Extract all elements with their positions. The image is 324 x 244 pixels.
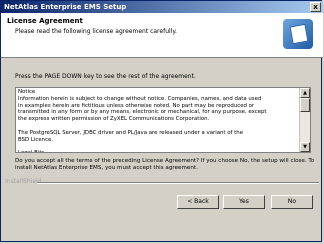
license-text: Notice Information herein is subject to … <box>18 89 267 152</box>
setup-icon <box>283 19 313 49</box>
scroll-thumb[interactable] <box>300 98 310 112</box>
yes-button[interactable]: Yes <box>223 195 265 209</box>
page-title: License Agreement <box>7 17 83 25</box>
no-button[interactable]: No <box>271 195 313 209</box>
license-scrollbar[interactable]: ▲ ▼ <box>299 88 310 152</box>
scroll-down-icon: ▼ <box>303 144 307 150</box>
instruction-text: Press the PAGE DOWN key to see the rest … <box>15 73 196 80</box>
scroll-up-button[interactable]: ▲ <box>300 88 310 98</box>
setup-window: NetAtlas Enterprise EMS Setup x License … <box>0 0 323 242</box>
close-icon: x <box>313 3 318 11</box>
page-subtitle: Please read the following license agreem… <box>15 28 177 35</box>
footer-separator <box>37 182 319 184</box>
window-title: NetAtlas Enterprise EMS Setup <box>4 3 127 11</box>
license-text-box[interactable]: Notice Information herein is subject to … <box>15 87 311 153</box>
title-bar[interactable]: NetAtlas Enterprise EMS Setup x <box>1 1 323 13</box>
close-button[interactable]: x <box>310 2 321 12</box>
accept-question: Do you accept all the terms of the prece… <box>15 158 315 171</box>
scroll-down-button[interactable]: ▼ <box>300 142 310 152</box>
back-button[interactable]: < Back <box>177 195 219 209</box>
header-panel: License Agreement Please read the follow… <box>1 13 323 58</box>
scroll-up-icon: ▲ <box>303 90 307 96</box>
